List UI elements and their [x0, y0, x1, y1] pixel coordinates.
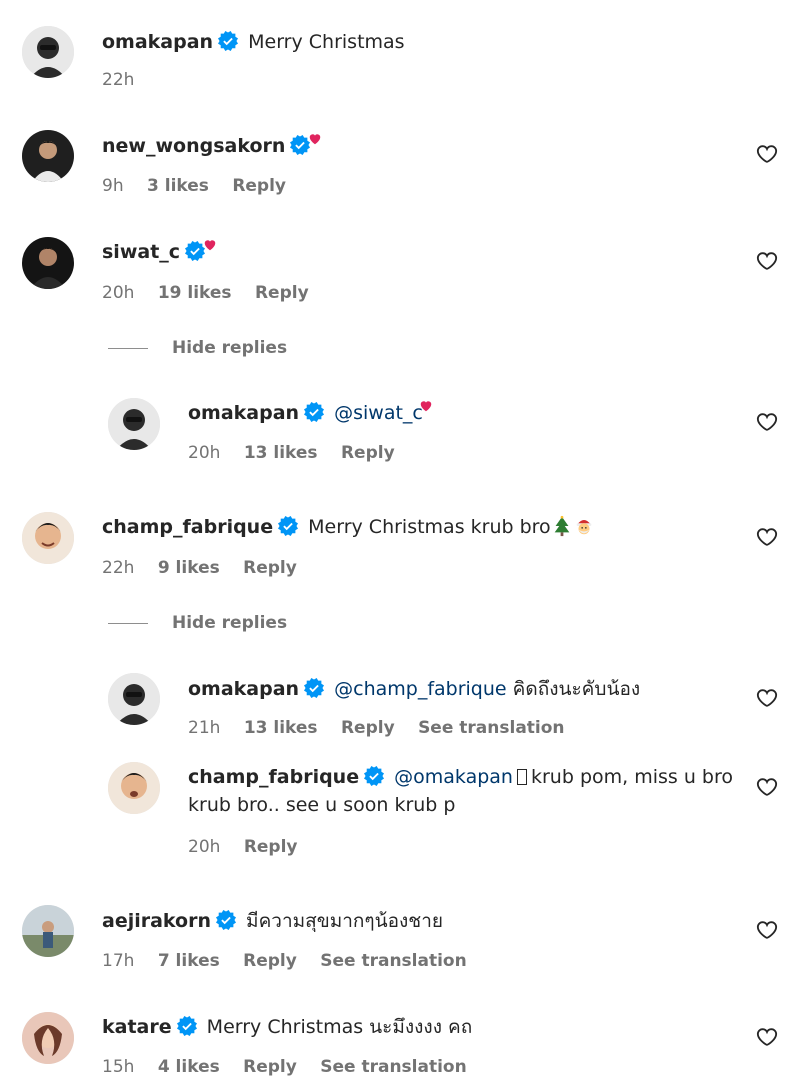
hide-replies-button[interactable]: Hide replies: [108, 338, 287, 358]
like-heart-icon[interactable]: [756, 143, 778, 165]
reply-button[interactable]: Reply: [243, 558, 297, 578]
avatar[interactable]: [108, 398, 160, 450]
username[interactable]: champ_fabrique: [102, 516, 273, 538]
likes-count[interactable]: 7 likes: [158, 951, 220, 971]
unknown-glyph: [516, 769, 527, 785]
likes-count[interactable]: 13 likes: [244, 718, 318, 738]
verified-badge-icon: [177, 1016, 197, 1036]
reply-button[interactable]: Reply: [243, 951, 297, 971]
comment-time[interactable]: 15h: [102, 1057, 134, 1077]
likes-count[interactable]: 3 likes: [147, 176, 209, 196]
red-heart-emoji: [203, 238, 217, 252]
see-translation-button[interactable]: See translation: [320, 951, 466, 971]
avatar[interactable]: [22, 26, 74, 78]
avatar[interactable]: [108, 762, 160, 814]
comment-time[interactable]: 9h: [102, 176, 124, 196]
like-heart-icon[interactable]: [756, 1026, 778, 1048]
mention-link[interactable]: @siwat_c: [334, 402, 423, 424]
comment-time[interactable]: 17h: [102, 951, 134, 971]
likes-count[interactable]: 4 likes: [158, 1057, 220, 1077]
hide-replies-button[interactable]: Hide replies: [108, 613, 287, 633]
likes-count[interactable]: 19 likes: [158, 283, 232, 303]
comment-time[interactable]: 22h: [102, 70, 134, 90]
verified-badge-icon: [278, 516, 298, 536]
username[interactable]: aejirakorn: [102, 910, 211, 932]
verified-badge-icon: [185, 241, 205, 261]
likes-count[interactable]: 13 likes: [244, 443, 318, 463]
verified-badge-icon: [216, 910, 236, 930]
comment-time[interactable]: 22h: [102, 558, 134, 578]
username[interactable]: siwat_c: [102, 241, 180, 263]
verified-badge-icon: [304, 678, 324, 698]
like-heart-icon[interactable]: [756, 250, 778, 272]
red-heart-emoji: [419, 399, 433, 413]
comment-time[interactable]: 20h: [188, 443, 220, 463]
comment-time[interactable]: 20h: [102, 283, 134, 303]
avatar[interactable]: [22, 1012, 74, 1064]
avatar[interactable]: [22, 905, 74, 957]
username[interactable]: omakapan: [102, 31, 213, 53]
avatar[interactable]: [22, 237, 74, 289]
verified-badge-icon: [364, 766, 384, 786]
comment-text: มีความสุขมากๆน้องชาย: [246, 910, 444, 932]
mention-link[interactable]: @omakapan: [394, 766, 513, 788]
see-translation-button[interactable]: See translation: [418, 718, 564, 738]
avatar[interactable]: [22, 130, 74, 182]
reply-button[interactable]: Reply: [244, 837, 298, 857]
comment-time[interactable]: 20h: [188, 837, 220, 857]
username[interactable]: omakapan: [188, 402, 299, 424]
reply-button[interactable]: Reply: [232, 176, 286, 196]
reply-button[interactable]: Reply: [341, 443, 395, 463]
comment-text: Merry Christmas: [248, 31, 405, 53]
mention-link[interactable]: @champ_fabrique: [334, 678, 506, 700]
reply-button[interactable]: Reply: [341, 718, 395, 738]
like-heart-icon[interactable]: [756, 526, 778, 548]
username[interactable]: omakapan: [188, 678, 299, 700]
comment-text: คิดถึงนะคับน้อง: [512, 678, 641, 700]
comment-text: Merry Christmas นะมึงงงง คถ: [206, 1016, 473, 1038]
avatar[interactable]: [22, 512, 74, 564]
red-heart-emoji: [308, 132, 322, 146]
reply-button[interactable]: Reply: [255, 283, 309, 303]
verified-badge-icon: [304, 402, 324, 422]
divider: [108, 622, 148, 624]
divider: [108, 347, 148, 349]
verified-badge-icon: [290, 135, 310, 155]
username[interactable]: new_wongsakorn: [102, 135, 285, 157]
like-heart-icon[interactable]: [756, 687, 778, 709]
likes-count[interactable]: 9 likes: [158, 558, 220, 578]
comment-time[interactable]: 21h: [188, 718, 220, 738]
santa-emoji: [573, 515, 595, 537]
verified-badge-icon: [218, 31, 238, 51]
see-translation-button[interactable]: See translation: [320, 1057, 466, 1077]
christmas-tree-emoji: [551, 515, 573, 537]
comment-text: Merry Christmas krub bro: [308, 516, 551, 538]
like-heart-icon[interactable]: [756, 411, 778, 433]
like-heart-icon[interactable]: [756, 776, 778, 798]
reply-button[interactable]: Reply: [243, 1057, 297, 1077]
username[interactable]: katare: [102, 1016, 172, 1038]
avatar[interactable]: [108, 673, 160, 725]
username[interactable]: champ_fabrique: [188, 766, 359, 788]
like-heart-icon[interactable]: [756, 919, 778, 941]
